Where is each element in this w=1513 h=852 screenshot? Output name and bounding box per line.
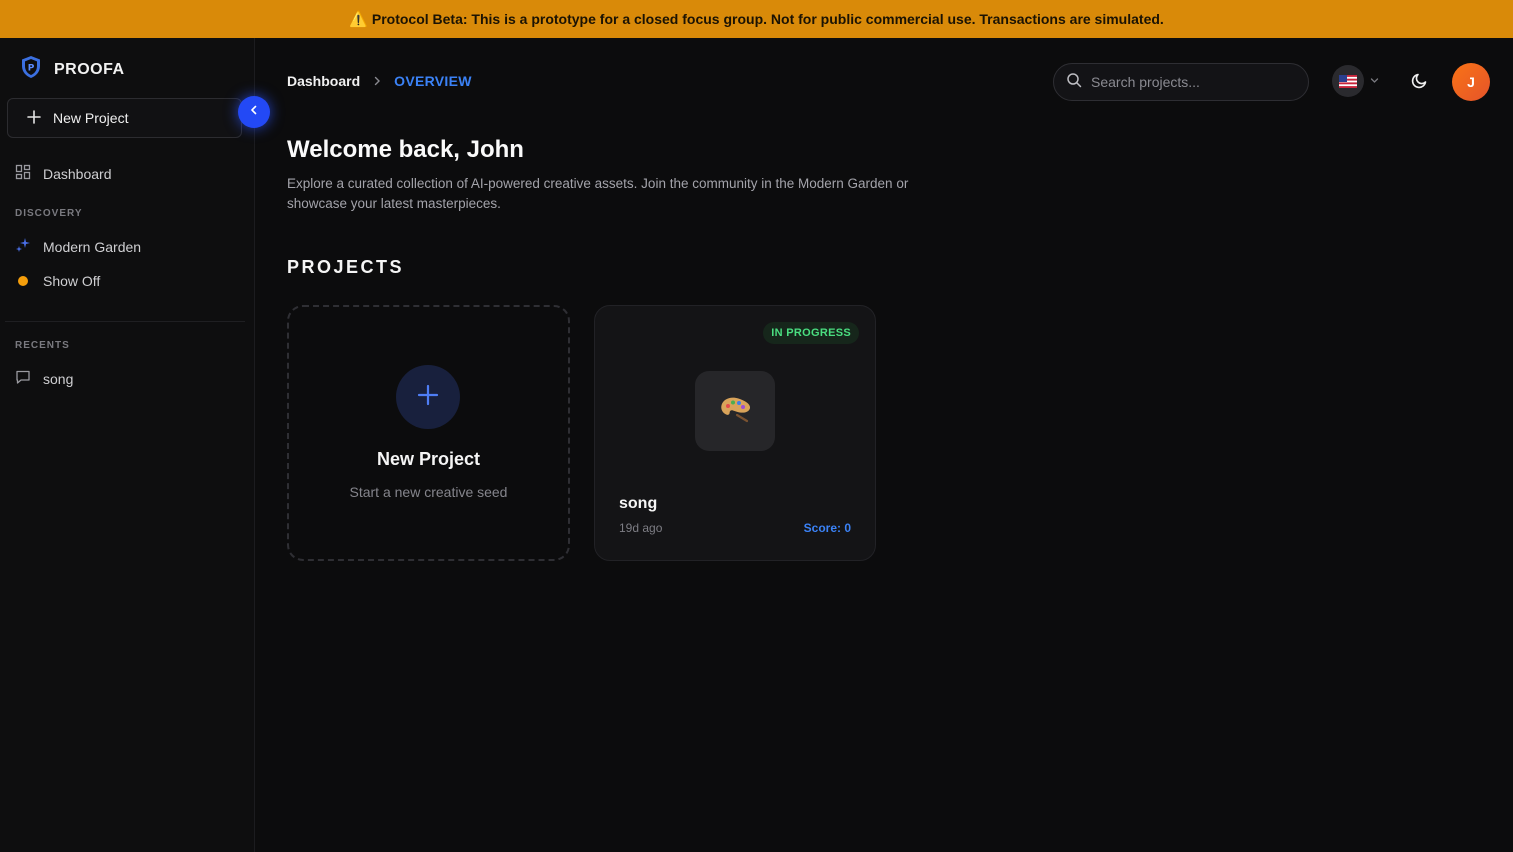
sidebar-item-label: Dashboard [43,165,112,182]
moon-icon [1411,71,1429,94]
new-project-card-title: New Project [376,449,481,469]
project-thumbnail [695,371,775,451]
brand-name: PROOFA [54,60,125,78]
brand[interactable]: P PROOFA [20,55,125,84]
sidebar-item-label: song [43,370,74,387]
palette-icon [719,395,751,428]
new-project-button[interactable]: New Project [7,98,242,138]
banner-text: Protocol Beta: This is a prototype for a… [371,11,1164,27]
search-box[interactable] [1053,63,1309,101]
new-project-card[interactable]: New Project Start a new creative seed [287,305,570,561]
user-avatar[interactable]: J [1452,63,1490,101]
sidebar-item-label: Modern Garden [43,238,142,255]
breadcrumb-dashboard[interactable]: Dashboard [287,73,360,89]
discovery-section-label: DISCOVERY [15,208,83,219]
sidebar-item-modern-garden[interactable]: Modern Garden [15,237,141,256]
plus-circle [396,365,460,429]
new-project-card-subtitle: Start a new creative seed [349,484,508,500]
breadcrumb-current: OVERVIEW [394,73,472,89]
project-name: song [619,495,658,512]
sidebar-item-dashboard[interactable]: Dashboard [15,164,112,183]
sidebar: P PROOFA New Project Dashboard DISCOVERY… [0,38,255,852]
chevron-down-icon [1370,72,1379,90]
sidebar-item-label: Show Off [43,273,101,289]
sparkles-icon [15,237,31,256]
sidebar-recent-song[interactable]: song [15,369,73,388]
language-selector[interactable] [1332,65,1379,97]
intro-text: Explore a curated collection of AI-power… [287,176,909,211]
project-card[interactable]: IN PROGRESS song 19d ago Score: 0 [594,305,876,561]
plus-icon [26,109,42,128]
recents-section-label: RECENTS [15,340,70,351]
status-badge: IN PROGRESS [763,322,859,344]
sidebar-item-show-off[interactable]: Show Off [15,273,100,289]
beta-banner: ⚠️ Protocol Beta: This is a prototype fo… [0,0,1513,38]
project-score: Score: 0 [803,521,851,535]
orange-dot-icon [18,276,28,286]
plus-icon [416,383,440,412]
projects-heading: PROJECTS [287,257,405,277]
chat-icon [15,369,31,388]
us-flag-icon [1332,65,1364,97]
search-icon [1066,72,1082,93]
chevron-right-icon [372,73,382,89]
theme-toggle-button[interactable] [1406,68,1434,96]
shield-logo-icon: P [20,55,42,84]
chevron-left-icon [248,103,260,121]
project-timestamp: 19d ago [619,521,663,535]
grid-icon [15,164,31,183]
warning-icon: ⚠️ [349,11,368,28]
search-input[interactable] [1091,74,1291,90]
svg-text:P: P [28,64,35,74]
breadcrumb: Dashboard OVERVIEW [287,73,472,89]
new-project-label: New Project [53,110,129,126]
sidebar-divider [5,321,245,322]
collapse-sidebar-button[interactable] [238,96,270,128]
page-title: Welcome back, John [287,136,524,163]
